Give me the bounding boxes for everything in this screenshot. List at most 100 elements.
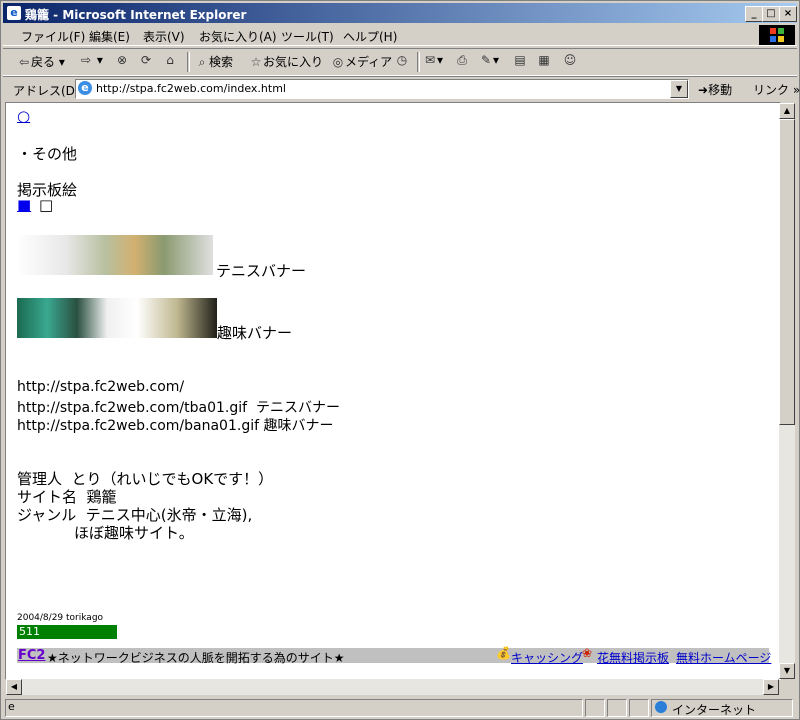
browser-window: e 鶏籠 - Microsoft Internet Explorer _ □ ×… (0, 0, 800, 720)
back-label: 戻る (31, 55, 56, 69)
address-input[interactable]: e http://stpa.fc2web.com/index.html ▼ (75, 79, 689, 99)
menu-tools[interactable]: ツール(T) (281, 28, 334, 45)
status-cell (629, 699, 649, 717)
home-icon: ⌂ (166, 53, 174, 67)
url-line-2: http://stpa.fc2web.com/tba01.gif テニスバナー (17, 400, 340, 416)
back-button[interactable]: ⇦ 戻る ▾ (17, 53, 65, 70)
free-homepage-link[interactable]: 無料ホームページ (676, 649, 771, 666)
hobby-banner-image[interactable] (17, 298, 217, 338)
menu-view[interactable]: 表示(V) (143, 28, 185, 45)
counter-caption: 2004/8/29 torikago (17, 613, 104, 623)
research-button[interactable]: ▦ (537, 53, 551, 67)
toolbar-separator (417, 52, 420, 72)
url-line-3: http://stpa.fc2web.com/bana01.gif 趣味バナー (17, 418, 334, 434)
windows-logo-icon (759, 25, 795, 45)
edit-button[interactable]: ✎ ▾ (479, 53, 499, 67)
research-icon: ▦ (538, 53, 550, 67)
access-counter: 511 (17, 625, 117, 639)
status-bar: e インターネット (3, 698, 797, 717)
tennis-banner-label: テニスバナー (216, 262, 307, 280)
globe-icon (655, 701, 667, 713)
links-button[interactable]: リンク » (753, 81, 800, 98)
zone-label: インターネット (672, 703, 757, 717)
scroll-left-button[interactable]: ◀ (6, 679, 22, 695)
board-link-1[interactable]: ■ (17, 196, 31, 214)
flower-board-link[interactable]: 花無料掲示板 (597, 649, 669, 666)
scroll-thumb[interactable] (779, 119, 795, 425)
window-title: 鶏籠 - Microsoft Internet Explorer (25, 8, 247, 22)
status-main: e (5, 699, 583, 717)
vertical-scrollbar[interactable]: ▲ ▼ (779, 103, 795, 679)
status-cell (585, 699, 605, 717)
discuss-button[interactable]: ▤ (513, 53, 527, 67)
home-button[interactable]: ⌂ (163, 53, 177, 67)
section-other: ・その他 (17, 145, 78, 163)
page-done-icon: e (8, 700, 15, 713)
back-arrow-icon: ⇦ (18, 55, 30, 69)
fc2-logo-link[interactable]: FC2 (18, 648, 45, 663)
flower-icon: ❀ (582, 646, 593, 660)
menu-favorites[interactable]: お気に入り(A) (199, 28, 277, 45)
fc2-slogan[interactable]: ★ネットワークビジネスの人脈を開拓する為のサイト★ (47, 649, 345, 666)
stop-icon: ⊗ (116, 53, 128, 67)
forward-button[interactable]: ⇨ ▾ (79, 53, 103, 67)
go-label: 移動 (708, 83, 733, 97)
horizontal-scrollbar[interactable]: ◀ ▶ (6, 679, 779, 695)
cashing-link[interactable]: キャッシング (511, 649, 583, 666)
menu-help[interactable]: ヘルプ(H) (343, 28, 397, 45)
mail-button[interactable]: ✉ ▾ (423, 53, 443, 67)
refresh-icon: ⟳ (140, 53, 152, 67)
refresh-button[interactable]: ⟳ (139, 53, 153, 67)
stop-button[interactable]: ⊗ (115, 53, 129, 67)
status-zone: インターネット (651, 699, 793, 717)
history-button[interactable]: ◷ (395, 53, 409, 67)
toolbar-separator (187, 52, 190, 72)
scroll-right-button[interactable]: ▶ (763, 679, 779, 695)
page-content: ○ ・その他 掲示板絵 ■ □ テニスバナー 趣味バナー http://stpa… (5, 102, 781, 680)
board-link-2[interactable]: □ (39, 196, 53, 214)
page-icon: e (78, 81, 92, 95)
title-bar[interactable]: e 鶏籠 - Microsoft Internet Explorer _ □ × (3, 3, 797, 23)
url-line-1: http://stpa.fc2web.com/ (17, 379, 185, 395)
info-genre-cont: ほぼ趣味サイト。 (74, 524, 194, 542)
address-label: アドレス(D) (13, 84, 80, 98)
counter-value: 511 (19, 625, 40, 638)
media-label: メディア (345, 55, 393, 69)
circle-link[interactable]: ○ (17, 107, 30, 125)
hobby-banner-label: 趣味バナー (217, 324, 293, 342)
messenger-icon: ☺ (563, 53, 577, 67)
address-url: http://stpa.fc2web.com/index.html (96, 82, 286, 95)
favorites-icon: ☆ (250, 55, 262, 69)
forward-arrow-icon: ⇨ (80, 53, 92, 67)
print-button[interactable]: ⎙ (455, 53, 469, 67)
address-dropdown-button[interactable]: ▼ (670, 80, 688, 98)
cashing-icon: 💰 (496, 646, 511, 660)
media-button[interactable]: ◎ メディア (331, 53, 392, 70)
scroll-up-button[interactable]: ▲ (779, 103, 795, 119)
mail-icon: ✉ (424, 53, 436, 67)
history-icon: ◷ (396, 53, 408, 67)
search-icon: ⌕ (198, 55, 206, 69)
toolbar: ⇦ 戻る ▾ ⇨ ▾ ⊗ ⟳ ⌂ ⌕ 検索 ☆ お気に入り ◎ メディア ◷ ✉ ▾ ⎙ … (3, 48, 797, 76)
maximize-button[interactable]: □ (762, 6, 780, 22)
menu-edit[interactable]: 編集(E) (89, 28, 130, 45)
scroll-down-button[interactable]: ▼ (779, 663, 795, 679)
search-label: 検索 (209, 55, 234, 69)
edit-icon: ✎ (480, 53, 492, 67)
close-button[interactable]: × (779, 6, 797, 22)
go-arrow-icon: ➜ (698, 83, 709, 97)
media-icon: ◎ (332, 55, 344, 69)
search-button[interactable]: ⌕ 検索 (195, 53, 233, 70)
print-icon: ⎙ (457, 53, 467, 67)
minimize-button[interactable]: _ (745, 6, 763, 22)
ie-app-icon: e (7, 6, 21, 20)
status-cell (607, 699, 627, 717)
favorites-label: お気に入り (263, 55, 324, 69)
messenger-button[interactable]: ☺ (563, 53, 577, 67)
menu-file[interactable]: ファイル(F) (21, 28, 85, 45)
menu-bar: ファイル(F) 編集(E) 表示(V) お気に入り(A) ツール(T) ヘルプ(… (3, 25, 797, 46)
favorites-button[interactable]: ☆ お気に入り (249, 53, 323, 70)
go-button[interactable]: ➜移動 (698, 81, 732, 98)
tennis-banner-image[interactable] (17, 235, 213, 275)
address-bar: アドレス(D) e http://stpa.fc2web.com/index.h… (3, 76, 800, 101)
